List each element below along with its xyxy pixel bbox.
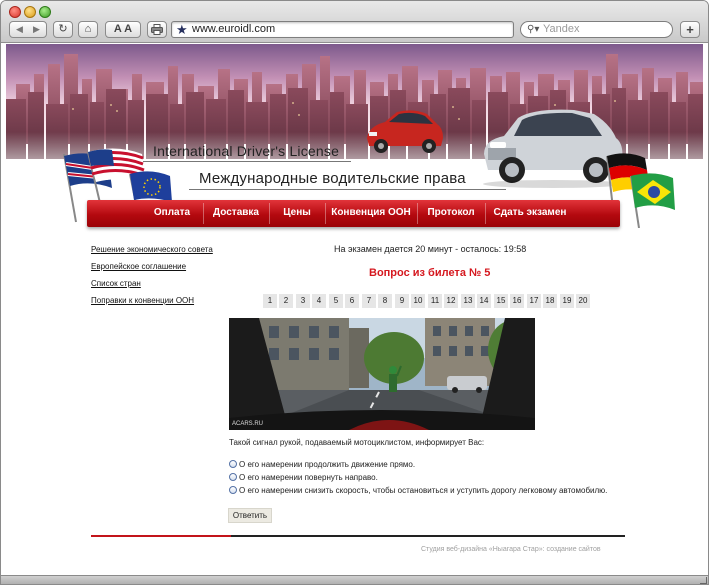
ticket-link[interactable]: 5 [329,294,343,308]
answer-radio-button[interactable] [229,486,237,494]
zoom-window-icon[interactable] [39,6,51,18]
ticket-link[interactable]: 12 [444,294,458,308]
menu-separator [325,203,326,224]
submit-answer-button[interactable]: Ответить [228,508,272,523]
forward-arrow-icon[interactable]: ▶ [28,22,45,37]
sidebar-link-convention-amendments[interactable]: Поправки к конвенции ООН [91,296,194,305]
ticket-link[interactable]: 17 [527,294,541,308]
print-icon [151,24,163,35]
ticket-link[interactable]: 16 [510,294,524,308]
answer-label: О его намерении снизить скорость, чтобы … [239,486,608,495]
home-icon: ⌂ [84,23,92,35]
menu-separator [417,203,418,224]
ticket-link[interactable]: 1 [263,294,277,308]
driving-scene-image [229,318,535,430]
main-menu: Оплата Доставка Цены Конвенция ООН Прото… [87,200,620,227]
back-forward-buttons[interactable]: ◀ ▶ [9,21,47,38]
reload-icon: ↻ [58,23,68,35]
resize-grip-icon[interactable] [700,577,707,584]
sidebar-link-economic-council[interactable]: Решение экономического совета [91,245,213,254]
ticket-link[interactable]: 19 [560,294,574,308]
menu-item-delivery[interactable]: Доставка [207,200,265,227]
footer-accent [91,535,231,537]
ticket-link[interactable]: 6 [345,294,359,308]
answer-option[interactable]: О его намерении повернуть направо. [229,473,378,482]
title-russian: Международные водительские права [189,170,506,190]
font-size-button[interactable]: A A [105,21,141,38]
menu-item-un-convention[interactable]: Конвенция ООН [329,200,413,227]
site-favicon-star-icon: ★ [176,22,188,37]
answer-option[interactable]: О его намерении продолжить движение прям… [229,460,415,469]
answer-radio-button[interactable] [229,460,237,468]
home-button[interactable]: ⌂ [78,21,98,38]
question-text: Такой сигнал рукой, подаваемый мотоцикли… [229,438,485,447]
sidebar-link-country-list[interactable]: Список стран [91,279,141,288]
ticket-link[interactable]: 15 [494,294,508,308]
answer-radio-button[interactable] [229,473,237,481]
browser-window: ◀ ▶ ↻ ⌂ A A ★ www.euroidl.com ⚲▾ Yandex + [0,0,709,585]
title-english: International Driver's License [142,143,352,162]
menu-item-protocol[interactable]: Протокол [421,200,481,227]
question-image: ACARS.RU [229,318,535,430]
answer-label: О его намерении повернуть направо. [239,473,378,482]
ticket-link[interactable]: 10 [411,294,425,308]
menu-separator [269,203,270,224]
minimize-window-icon[interactable] [24,6,36,18]
menu-item-take-exam[interactable]: Сдать экзамен [489,200,571,227]
ticket-link[interactable]: 14 [477,294,491,308]
red-car-image [367,110,443,153]
ticket-link[interactable]: 3 [296,294,310,308]
close-window-icon[interactable] [9,6,21,18]
ticket-link[interactable]: 20 [576,294,590,308]
ticket-link[interactable]: 9 [395,294,409,308]
menu-separator [485,203,486,224]
browser-toolbar: ◀ ▶ ↻ ⌂ A A ★ www.euroidl.com ⚲▾ Yandex + [1,1,708,43]
search-icon: ⚲▾ [527,24,540,35]
ticket-link[interactable]: 4 [312,294,326,308]
ticket-link[interactable]: 13 [461,294,475,308]
search-placeholder: Yandex [543,23,580,35]
answer-option[interactable]: О его намерении снизить скорость, чтобы … [229,486,607,495]
address-bar[interactable]: ★ www.euroidl.com [171,21,514,38]
question-title: Вопрос из билета № 5 [369,267,491,279]
footer-credits-link[interactable]: Студия веб-дизайна «Ныагара Стар»: созда… [421,546,601,553]
add-bookmark-button[interactable]: + [680,21,700,38]
ticket-link[interactable]: 8 [378,294,392,308]
ticket-link[interactable]: 18 [543,294,557,308]
ticket-link[interactable]: 11 [428,294,442,308]
window-bottom-bar [1,575,708,584]
ticket-link[interactable]: 7 [362,294,376,308]
menu-item-payment[interactable]: Оплата [145,200,199,227]
image-watermark: ACARS.RU [232,421,264,427]
print-button[interactable] [147,21,167,38]
sidebar-link-european-agreement[interactable]: Европейское соглашение [91,262,186,271]
address-url: www.euroidl.com [192,23,276,35]
search-field[interactable]: ⚲▾ Yandex [520,21,673,38]
menu-separator [203,203,204,224]
answer-label: О его намерении продолжить движение прям… [239,460,416,469]
ticket-link[interactable]: 2 [279,294,293,308]
menu-item-prices[interactable]: Цены [273,200,321,227]
footer-divider [91,535,625,537]
back-arrow-icon[interactable]: ◀ [11,22,28,37]
reload-button[interactable]: ↻ [53,21,73,38]
exam-timer: На экзамен дается 20 минут - осталось: 1… [334,244,527,254]
